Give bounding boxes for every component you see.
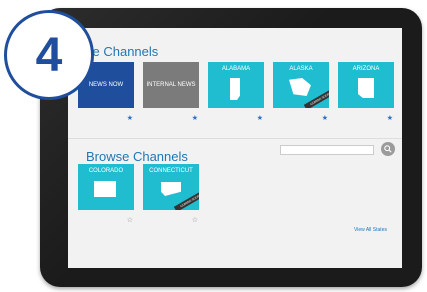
- star-icon[interactable]: ★: [387, 114, 393, 122]
- channel-tile-label: COLORADO: [88, 168, 124, 174]
- channel-tile-label: CONNECTICUT: [149, 168, 193, 174]
- channel-card-alaska[interactable]: ALASKA COMING SOON ★: [273, 62, 329, 122]
- star-icon[interactable]: ★: [127, 114, 133, 122]
- coming-soon-ribbon: COMING SOON: [173, 189, 199, 210]
- channel-tile[interactable]: ALABAMA: [208, 62, 264, 108]
- channel-tile-label: ARIZONA: [352, 66, 380, 72]
- star-icon[interactable]: ★: [192, 114, 198, 122]
- state-shape-icon: [230, 78, 240, 100]
- channel-card-internal-news[interactable]: INTERNAL NEWS ★: [143, 62, 199, 122]
- channel-card-alabama[interactable]: ALABAMA ★: [208, 62, 264, 122]
- channel-card-colorado[interactable]: COLORADO ☆: [78, 164, 134, 224]
- channel-card-arizona[interactable]: ARIZONA ★: [338, 62, 394, 122]
- browse-channels-title: Browse Channels: [86, 149, 188, 164]
- favorite-channels-title: ite Channels: [86, 44, 159, 59]
- state-shape-icon: [289, 78, 311, 96]
- step-badge: 4: [4, 10, 94, 100]
- channel-tile-label: ALABAMA: [221, 66, 251, 72]
- search-button[interactable]: [381, 142, 395, 156]
- channel-tile-label: NEWS NOW: [88, 81, 124, 88]
- channel-tile[interactable]: ALASKA COMING SOON: [273, 62, 329, 108]
- star-outline-icon[interactable]: ☆: [127, 216, 133, 224]
- app-screen: ite Channels NEWS NOW ★ INTERNAL NEWS ★ …: [68, 28, 402, 268]
- star-outline-icon[interactable]: ☆: [192, 216, 198, 224]
- search-input[interactable]: [280, 145, 374, 155]
- channel-tile[interactable]: CONNECTICUT COMING SOON: [143, 164, 199, 210]
- channel-tile[interactable]: COLORADO: [78, 164, 134, 210]
- step-number: 4: [35, 28, 63, 82]
- channel-tile-label: ALASKA: [289, 66, 313, 72]
- section-divider: [68, 138, 402, 139]
- star-icon[interactable]: ★: [322, 114, 328, 122]
- search-icon: [384, 145, 392, 153]
- channel-tile[interactable]: ARIZONA: [338, 62, 394, 108]
- view-all-states-link[interactable]: View All States: [354, 227, 387, 233]
- state-shape-icon: [94, 181, 116, 197]
- channel-tile[interactable]: INTERNAL NEWS: [143, 62, 199, 108]
- state-shape-icon: [161, 182, 181, 196]
- channel-card-connecticut[interactable]: CONNECTICUT COMING SOON ☆: [143, 164, 199, 224]
- channel-tile-label: INTERNAL NEWS: [146, 81, 196, 88]
- star-icon[interactable]: ★: [257, 114, 263, 122]
- state-shape-icon: [358, 78, 374, 98]
